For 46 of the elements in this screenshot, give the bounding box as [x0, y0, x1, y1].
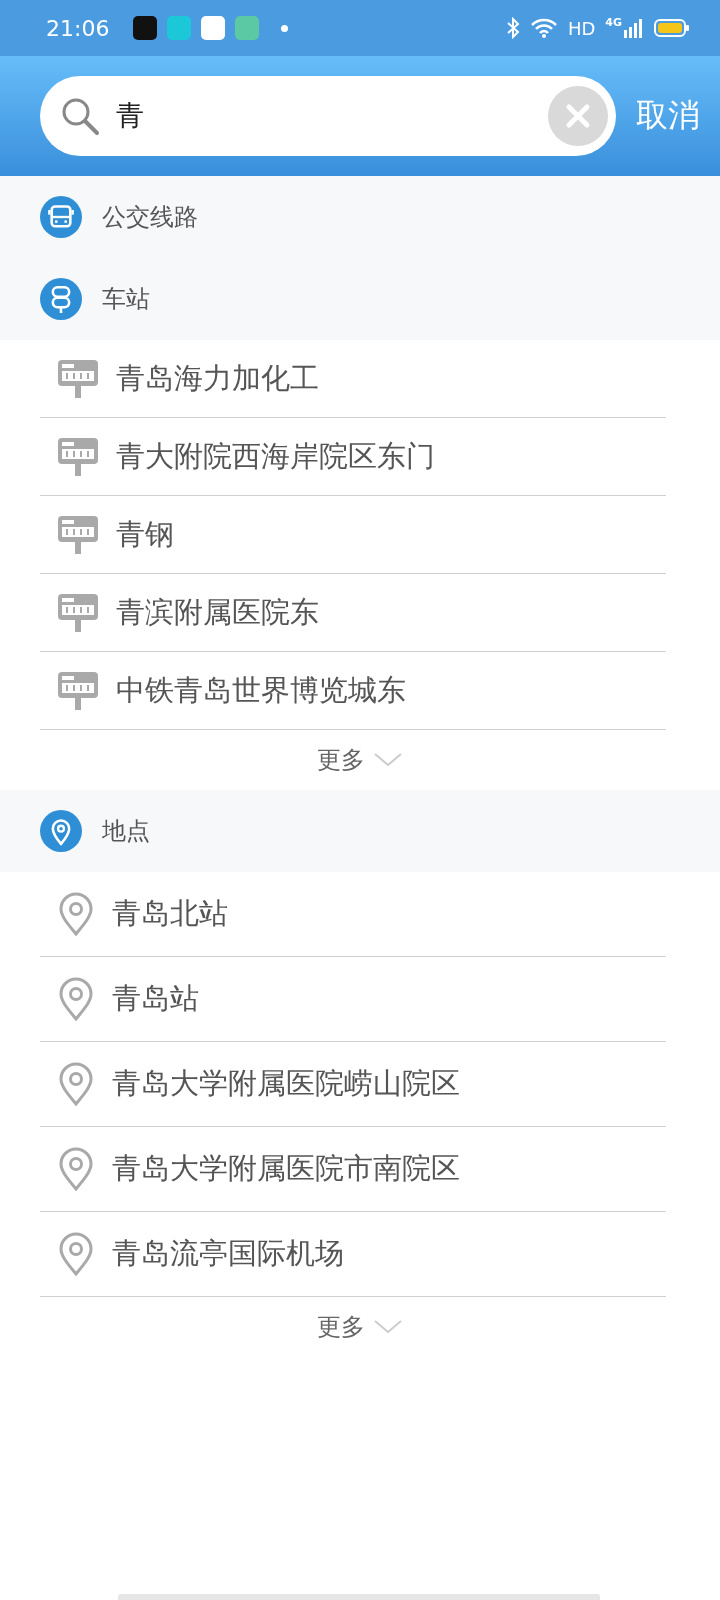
more-button[interactable]: 更多: [317, 744, 403, 776]
result-item[interactable]: 青大附院西海岸院区东门: [40, 418, 666, 496]
location-pin-icon: [58, 1232, 94, 1276]
category-title: 地点: [102, 816, 150, 847]
result-item[interactable]: 青岛流亭国际机场: [40, 1212, 666, 1297]
battery-icon: [654, 18, 690, 38]
more-button[interactable]: 更多: [317, 1311, 403, 1343]
search-field[interactable]: 青: [40, 76, 616, 156]
chevron-down-icon: [373, 1319, 403, 1335]
bus-stop-sign-icon: [58, 671, 98, 710]
result-item[interactable]: 青岛站: [40, 957, 666, 1042]
category-title: 车站: [102, 284, 150, 315]
bus-stop-sign-icon: [58, 359, 98, 398]
status-time: 21:06: [46, 15, 110, 41]
location-pin-icon: [58, 1062, 94, 1106]
category-title: 公交线路: [102, 202, 198, 233]
clear-button[interactable]: [548, 86, 608, 146]
location-pin-icon: [58, 977, 94, 1021]
bus-stop-icon: [40, 278, 82, 320]
result-item[interactable]: 青岛海力加化工: [40, 340, 666, 418]
hd-label: HD: [567, 17, 596, 39]
chevron-down-icon: [373, 752, 403, 768]
app-notification-icon: [133, 16, 158, 40]
bus-icon: [40, 196, 82, 238]
bus-stop-sign-icon: [58, 515, 98, 554]
result-item[interactable]: 青滨附属医院东: [40, 574, 666, 652]
location-pin-icon: [58, 892, 94, 936]
result-item[interactable]: 青钢: [40, 496, 666, 574]
network-label: 4G: [605, 16, 622, 29]
result-item[interactable]: 青岛大学附属医院崂山院区: [40, 1042, 666, 1127]
result-item[interactable]: 青岛北站: [40, 872, 666, 957]
bluetooth-icon: [505, 17, 520, 39]
result-item[interactable]: 青岛大学附属医院市南院区: [40, 1127, 666, 1212]
app-notification-icon: [235, 16, 260, 40]
bus-stop-sign-icon: [58, 437, 98, 476]
app-notification-icon: [201, 16, 226, 40]
app-notification-icon: [167, 16, 192, 40]
search-icon: [60, 96, 100, 136]
result-item[interactable]: 中铁青岛世界博览城东: [40, 652, 666, 730]
close-icon: [565, 103, 591, 129]
more-notifications-icon: [281, 24, 289, 32]
location-pin-icon: [40, 810, 82, 852]
location-pin-icon: [58, 1147, 94, 1191]
wifi-icon: [529, 17, 558, 39]
bus-stop-sign-icon: [58, 593, 98, 632]
signal-icon: [624, 18, 644, 38]
